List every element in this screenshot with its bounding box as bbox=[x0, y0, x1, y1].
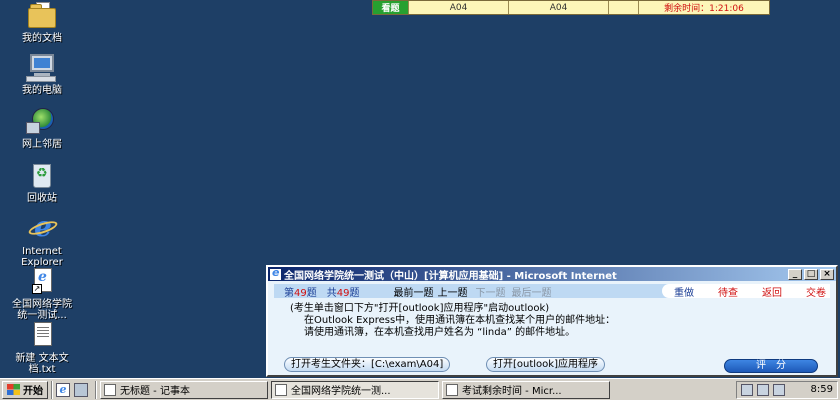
last-question-link[interactable]: 最后一题 bbox=[511, 284, 551, 299]
question-number: 第49题 bbox=[284, 287, 317, 299]
close-button[interactable]: × bbox=[820, 268, 834, 280]
open-exam-folder-button[interactable]: 打开考生文件夹：[C:\exam\A04] bbox=[284, 357, 451, 372]
ie-icon: e bbox=[26, 213, 59, 243]
task-timer-window[interactable]: 考试剩余时间 - Micr... bbox=[442, 380, 610, 399]
exam-window: 全国网络学院统一测试（中山）[计算机应用基础] - Microsoft Inte… bbox=[266, 265, 838, 377]
desktop-icon-label: 网上邻居 bbox=[22, 139, 62, 150]
bottom-actions: 打开考生文件夹：[C:\exam\A04] 打开[outlook]应用程序 评 … bbox=[284, 357, 828, 373]
folder-icon bbox=[26, 0, 58, 30]
tray-app-icon[interactable] bbox=[773, 383, 785, 396]
tray-speaker-icon[interactable] bbox=[757, 383, 769, 396]
prev-question-link[interactable]: 上一题 bbox=[437, 284, 467, 299]
tray-network-icon[interactable] bbox=[741, 383, 753, 396]
question-nav: 第49题 共49题 最前一题 上一题 下一题 最后一题 重做 待查 返回 交卷 bbox=[274, 284, 830, 299]
start-label: 开始 bbox=[23, 386, 43, 397]
window-title: 全国网络学院统一测试（中山）[计算机应用基础] - Microsoft Inte… bbox=[284, 270, 617, 282]
action-links: 重做 待查 返回 交卷 bbox=[662, 284, 830, 299]
system-tray: 8:59 bbox=[736, 380, 838, 399]
exam-window-body: 第49题 共49题 最前一题 上一题 下一题 最后一题 重做 待查 返回 交卷 … bbox=[268, 281, 836, 375]
exam-code-1: A04 bbox=[409, 1, 509, 14]
exam-status-badge: 看题 bbox=[373, 1, 409, 14]
windows-logo-icon bbox=[7, 384, 20, 395]
task-exam-window[interactable]: 全国网络学院统一测... bbox=[271, 380, 439, 399]
taskbar-separator bbox=[95, 380, 97, 399]
desktop-icon-recycle-bin[interactable]: 回收站 bbox=[2, 160, 82, 204]
maximize-button[interactable]: □ bbox=[804, 268, 818, 280]
question-hint: (考生单击窗口下方"打开[outlook]应用程序"启动outlook) bbox=[290, 303, 550, 314]
minimize-button[interactable]: _ bbox=[788, 268, 802, 280]
text-file-icon bbox=[26, 320, 58, 350]
desktop-icon-internet-explorer[interactable]: e Internet Explorer bbox=[2, 213, 82, 269]
desktop-icon-label: 全国网络学院 统一测试... bbox=[12, 299, 72, 321]
desktop-icon-label: 回收站 bbox=[27, 193, 57, 204]
ie-task-icon bbox=[275, 383, 287, 396]
exam-status-bar: 看题 A04 A04 剩余时间：1:21:06 bbox=[372, 0, 770, 15]
question-text: 在Outlook Express中，使用通讯簿在本机查找某个用户的邮件地址： bbox=[304, 315, 616, 326]
desktop-icon-network[interactable]: 网上邻居 bbox=[2, 106, 82, 150]
submit-link[interactable]: 交卷 bbox=[806, 284, 826, 299]
question-content: (考生单击窗口下方"打开[outlook]应用程序"启动outlook) 在Ou… bbox=[290, 303, 830, 339]
shortcut-ie-icon: e ↗ bbox=[26, 266, 58, 296]
computer-icon bbox=[26, 52, 58, 82]
pending-link[interactable]: 待查 bbox=[718, 284, 738, 299]
task-label: 考试剩余时间 - Micr... bbox=[462, 386, 562, 397]
network-icon bbox=[26, 106, 58, 136]
clock[interactable]: 8:59 bbox=[811, 384, 833, 395]
redo-link[interactable]: 重做 bbox=[674, 284, 694, 299]
exam-window-titlebar[interactable]: 全国网络学院统一测试（中山）[计算机应用基础] - Microsoft Inte… bbox=[268, 266, 836, 282]
desktop-icon-my-computer[interactable]: 我的电脑 bbox=[2, 52, 82, 96]
recycle-bin-icon bbox=[26, 160, 58, 190]
ie-task-icon bbox=[446, 383, 458, 396]
task-notepad[interactable]: 无标题 - 记事本 bbox=[100, 380, 268, 399]
notepad-icon bbox=[104, 383, 116, 396]
remaining-time: 剩余时间：1:21:06 bbox=[664, 4, 744, 14]
ie-window-icon bbox=[270, 266, 281, 280]
question-task: 请使用通讯簿，在本机查找用户姓名为 “linda” 的邮件地址。 bbox=[304, 327, 576, 338]
desktop-icon-label: 新建 文本文 档.txt bbox=[15, 353, 69, 375]
desktop-icon-label: Internet Explorer bbox=[21, 246, 63, 268]
desktop-icon-my-documents[interactable]: 我的文档 bbox=[2, 0, 82, 44]
desktop-icon-label: 我的文档 bbox=[22, 33, 62, 44]
quicklaunch-ie-icon[interactable]: e bbox=[56, 382, 70, 397]
desktop-icon-text-file[interactable]: 新建 文本文 档.txt bbox=[2, 320, 82, 375]
back-link[interactable]: 返回 bbox=[762, 284, 782, 299]
exam-status-spacer bbox=[609, 1, 639, 14]
total-questions: 共49题 bbox=[326, 287, 360, 299]
task-label: 无标题 - 记事本 bbox=[120, 386, 190, 397]
taskbar: 开始 e 无标题 - 记事本 全国网络学院统一测... 考试剩余时间 - Mic… bbox=[0, 378, 840, 400]
start-button[interactable]: 开始 bbox=[2, 380, 48, 399]
taskbar-separator bbox=[51, 380, 53, 399]
quicklaunch-desktop-icon[interactable] bbox=[74, 382, 88, 397]
next-question-link[interactable]: 下一题 bbox=[475, 284, 505, 299]
score-button[interactable]: 评 分 bbox=[724, 359, 818, 373]
task-label: 全国网络学院统一测... bbox=[291, 386, 391, 397]
desktop-icon-label: 我的电脑 bbox=[22, 85, 62, 96]
first-question-link[interactable]: 最前一题 bbox=[393, 284, 433, 299]
exam-code-2: A04 bbox=[509, 1, 609, 14]
desktop-icon-exam-shortcut[interactable]: e ↗ 全国网络学院 统一测试... bbox=[2, 266, 82, 321]
open-outlook-button[interactable]: 打开[outlook]应用程序 bbox=[486, 357, 605, 372]
